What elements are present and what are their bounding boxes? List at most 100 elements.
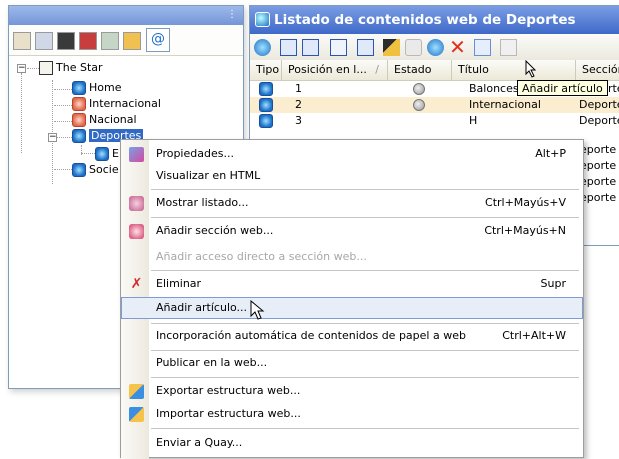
- tree-item-root[interactable]: The Star: [39, 60, 103, 76]
- menu-separator: [151, 377, 579, 378]
- web-at-icon[interactable]: @: [146, 28, 170, 52]
- column-header-estado[interactable]: Estado: [388, 60, 452, 80]
- left-panel-header: ⋮: [9, 6, 243, 25]
- menu-separator: [151, 428, 579, 429]
- lock-icon[interactable]: [405, 39, 422, 56]
- row-section: Deportes: [579, 114, 619, 127]
- grip-icon[interactable]: ⋮: [227, 9, 237, 20]
- menu-item-publicar[interactable]: Publicar en la web...: [121, 352, 583, 374]
- column-header-tipo[interactable]: Tipo: [250, 60, 282, 80]
- preview-icon[interactable]: [357, 39, 374, 56]
- columns-icon[interactable]: [57, 32, 75, 50]
- web-article-icon: [259, 82, 273, 96]
- menu-item-shortcut: Ctrl+Alt+W: [502, 329, 566, 342]
- menu-item-label: Eliminar: [156, 277, 202, 290]
- menu-item-label: Enviar a Quay...: [156, 436, 243, 449]
- menu-item-anadir-acceso-directo: Añadir acceso directo a sección web...: [121, 246, 583, 268]
- menu-item-eliminar[interactable]: ✗ Eliminar Supr: [121, 273, 583, 295]
- grid-icon[interactable]: [79, 32, 97, 50]
- tree-line: [54, 105, 72, 107]
- add-article-icon[interactable]: [474, 39, 491, 56]
- grid-header: Tipo Posición en l... / Estado Título Sec…: [250, 60, 619, 81]
- web-section-icon: [72, 163, 86, 177]
- tree-item-label: E: [112, 147, 119, 160]
- column-header-titulo[interactable]: Título: [452, 60, 576, 80]
- list-view-icon[interactable]: [302, 39, 319, 56]
- save-icon[interactable]: [500, 39, 517, 56]
- menu-item-enviar-quay[interactable]: Enviar a Quay...: [121, 432, 583, 454]
- column-header-seccion[interactable]: Sección: [576, 60, 619, 80]
- row-section-partial: eporte: [580, 191, 617, 204]
- menu-item-incorporacion-automatica[interactable]: Incorporación automática de contenidos d…: [121, 325, 583, 347]
- menu-item-shortcut: Supr: [540, 277, 566, 290]
- menu-item-shortcut: Ctrl+Mayús+N: [484, 224, 566, 237]
- row-title: H: [469, 114, 478, 127]
- tree-item-nacional[interactable]: Nacional: [72, 112, 137, 128]
- book-icon[interactable]: [13, 32, 31, 50]
- menu-item-anadir-seccion[interactable]: Añadir sección web... Ctrl+Mayús+N: [121, 220, 583, 242]
- web-icon[interactable]: [254, 39, 271, 56]
- column-header-posicion[interactable]: Posición en l... /: [282, 60, 388, 80]
- menu-item-shortcut: Ctrl+Mayús+V: [485, 196, 566, 209]
- row-position: 1: [295, 82, 302, 95]
- status-icon: [413, 83, 425, 95]
- menu-separator: [151, 270, 579, 271]
- mouse-pointer-icon: [250, 300, 265, 320]
- tree-item-label: Home: [89, 81, 122, 94]
- row-section-partial: eporte: [580, 175, 617, 188]
- tree-line: [21, 73, 23, 153]
- user-icon[interactable]: [123, 32, 141, 50]
- menu-separator: [151, 189, 579, 190]
- gear-icon[interactable]: [35, 32, 53, 50]
- menu-item-exportar-estructura[interactable]: Exportar estructura web...: [121, 380, 583, 402]
- tools-icon[interactable]: [101, 32, 119, 50]
- tree-item-home[interactable]: Home: [72, 80, 121, 96]
- left-toolbar: @: [9, 25, 243, 56]
- web-section-icon: [72, 129, 86, 143]
- edit-icon[interactable]: [383, 39, 400, 56]
- collapse-root-button[interactable]: −: [17, 64, 26, 73]
- menu-item-label: Añadir artículo...: [156, 301, 248, 314]
- menu-item-importar-estructura[interactable]: Importar estructura web...: [121, 403, 583, 425]
- tree-item-child[interactable]: E: [95, 146, 119, 162]
- small-icons-view-icon[interactable]: [330, 39, 347, 56]
- panel-title: Listado de contenidos web de Deportes: [274, 12, 576, 28]
- web-section-icon: [72, 81, 86, 95]
- row-position: 3: [295, 114, 302, 127]
- web-section-icon: [95, 147, 109, 161]
- menu-item-shortcut: Alt+P: [535, 147, 566, 160]
- table-row[interactable]: 3 H Deportes: [250, 113, 619, 129]
- tree-item-internacional[interactable]: Internacional: [72, 96, 161, 112]
- menu-item-label: Propiedades...: [156, 147, 234, 160]
- menu-item-label: Incorporación automática de contenidos d…: [156, 329, 466, 342]
- web-article-icon: [259, 114, 273, 128]
- list-icon: [129, 196, 144, 211]
- menu-item-label: Añadir acceso directo a sección web...: [156, 250, 367, 263]
- publish-icon[interactable]: [427, 39, 444, 56]
- table-row[interactable]: 2 Internacional Deportes: [250, 97, 619, 113]
- web-section-icon: [72, 113, 86, 127]
- tree-line: [54, 169, 72, 171]
- tree-item-sociedad[interactable]: Socie: [72, 162, 119, 178]
- menu-separator: [151, 350, 579, 351]
- delete-icon[interactable]: ✕: [449, 37, 466, 57]
- menu-item-label: Publicar en la web...: [156, 356, 268, 369]
- import-icon: [129, 407, 144, 422]
- status-icon: [413, 99, 425, 111]
- menu-item-propiedades[interactable]: Propiedades... Alt+P: [121, 143, 583, 165]
- mouse-pointer-icon: [525, 60, 537, 78]
- details-view-icon[interactable]: [280, 39, 297, 56]
- tree-line: [27, 68, 39, 70]
- row-section-partial: eporte: [580, 159, 617, 172]
- menu-item-anadir-articulo[interactable]: Añadir artículo...: [121, 297, 583, 319]
- tooltip: Añadir artículo: [517, 80, 608, 96]
- collapse-deportes-button[interactable]: −: [48, 133, 57, 142]
- tree-item-label: Socie: [89, 163, 119, 176]
- menu-item-mostrar-listado[interactable]: Mostrar listado... Ctrl+Mayús+V: [121, 192, 583, 214]
- menu-item-label: Mostrar listado...: [156, 196, 249, 209]
- tree-item-label: Internacional: [89, 97, 161, 110]
- menu-item-label: Importar estructura web...: [156, 407, 301, 420]
- menu-item-visualizar-html[interactable]: Visualizar en HTML: [121, 165, 583, 187]
- tree-line: [81, 153, 95, 155]
- menu-item-label: Añadir sección web...: [156, 224, 274, 237]
